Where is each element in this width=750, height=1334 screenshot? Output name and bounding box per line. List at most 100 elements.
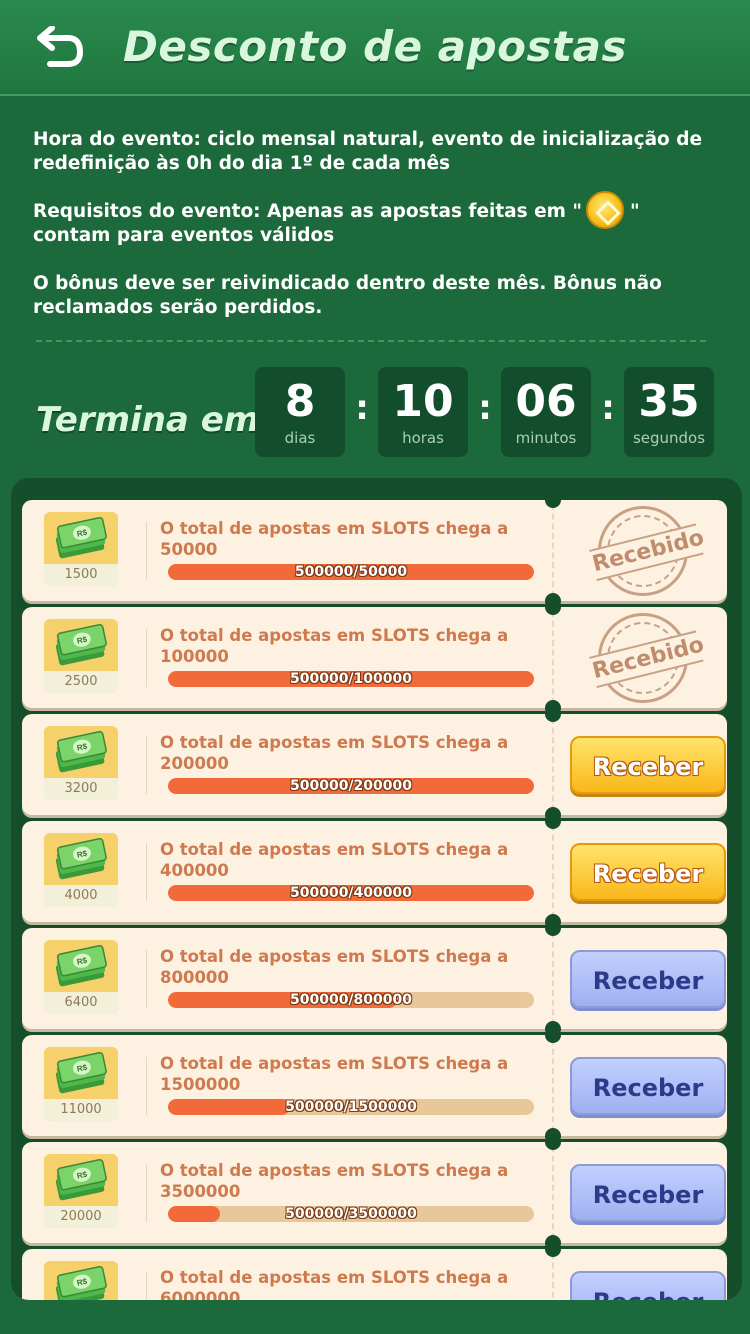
timer-hours: 10 horas bbox=[378, 367, 468, 457]
progress-text: 500000/3500000 bbox=[285, 1206, 417, 1222]
task-description: O total de apostas em SLOTS chega a 1000… bbox=[160, 626, 509, 666]
task-row: R$ 6400 O total de apostas em SLOTS chega … bbox=[22, 920, 727, 1037]
timer-colon: : bbox=[601, 388, 615, 428]
task-row: R$ 1500 O total de apostas em SLOTS chega … bbox=[22, 492, 727, 609]
divider bbox=[36, 340, 706, 342]
reward-card: R$ 20000 bbox=[44, 1154, 118, 1228]
reward-card: R$ 3200 bbox=[44, 726, 118, 800]
reward-card: R$ 1500 bbox=[44, 512, 118, 586]
task-description: O total de apostas em SLOTS chega a 4000… bbox=[160, 840, 509, 880]
ticket-notch bbox=[545, 813, 561, 829]
cash-icon: R$ bbox=[44, 1154, 118, 1206]
ticket-notch bbox=[545, 599, 561, 615]
timer-days: 8 dias bbox=[255, 367, 345, 457]
row-divider bbox=[146, 1271, 147, 1300]
cash-icon: R$ bbox=[44, 726, 118, 778]
progress-text: 500000/50000 bbox=[294, 564, 408, 580]
reward-card: R$ 11000 bbox=[44, 1047, 118, 1121]
cash-icon: R$ bbox=[44, 1047, 118, 1099]
ticket-notch bbox=[545, 1134, 561, 1150]
event-requirement-text: Requisitos do evento: Apenas as apostas … bbox=[33, 191, 723, 248]
ticket-notch bbox=[545, 920, 561, 936]
task-description: O total de apostas em SLOTS chega a 8000… bbox=[160, 947, 509, 987]
reward-amount: 6400 bbox=[44, 992, 118, 1014]
progress-bar: 500000/100000 bbox=[168, 671, 534, 687]
progress-bar: 500000/800000 bbox=[168, 992, 534, 1008]
reward-amount: 4000 bbox=[44, 885, 118, 907]
claim-button[interactable]: Receber bbox=[570, 843, 726, 901]
reward-amount: 1500 bbox=[44, 564, 118, 586]
reward-amount: 3200 bbox=[44, 778, 118, 800]
cash-icon: R$ bbox=[44, 1261, 118, 1300]
row-divider bbox=[146, 1164, 147, 1222]
claim-button-disabled[interactable]: Receber bbox=[570, 1164, 726, 1222]
task-row: R$ 3200 O total de apostas em SLOTS chega … bbox=[22, 706, 727, 823]
timer-colon: : bbox=[355, 388, 369, 428]
ticket-notch bbox=[545, 1241, 561, 1257]
ticket-separator bbox=[552, 611, 554, 704]
row-divider bbox=[146, 522, 147, 580]
progress-bar: 500000/400000 bbox=[168, 885, 534, 901]
event-time-text: Hora do evento: ciclo mensal natural, ev… bbox=[33, 129, 702, 174]
row-divider bbox=[146, 736, 147, 794]
task-description: O total de apostas em SLOTS chega a 5000… bbox=[160, 519, 509, 559]
task-row: R$ 4000 O total de apostas em SLOTS chega … bbox=[22, 813, 727, 930]
cash-icon: R$ bbox=[44, 833, 118, 885]
timer-colon: : bbox=[478, 388, 492, 428]
timer-seconds: 35 segundos bbox=[624, 367, 714, 457]
event-info: Hora do evento: ciclo mensal natural, ev… bbox=[33, 128, 723, 344]
row-divider bbox=[146, 629, 147, 687]
progress-text: 500000/800000 bbox=[289, 992, 412, 1008]
task-row: R$ 20000 O total de apostas em SLOTS chega… bbox=[22, 1134, 727, 1251]
ticket-separator bbox=[552, 825, 554, 918]
progress-bar: 500000/50000 bbox=[168, 564, 534, 580]
reward-card: R$ 2500 bbox=[44, 619, 118, 693]
task-description: O total de apostas em SLOTS chega a 2000… bbox=[160, 733, 509, 773]
task-row: R$ 2500 O total de apostas em SLOTS chega … bbox=[22, 599, 727, 716]
cash-icon: R$ bbox=[44, 940, 118, 992]
claim-button-disabled[interactable]: Receber bbox=[570, 950, 726, 1008]
progress-bar: 500000/3500000 bbox=[168, 1206, 534, 1222]
cash-icon: R$ bbox=[44, 619, 118, 671]
ticket-separator bbox=[552, 718, 554, 811]
timer-minutes: 06 minutos bbox=[501, 367, 591, 457]
cash-icon: R$ bbox=[44, 512, 118, 564]
task-row: R$ 11000 O total de apostas em SLOTS chega… bbox=[22, 1027, 727, 1144]
received-label: Recebido bbox=[589, 630, 707, 689]
ticket-separator bbox=[552, 932, 554, 1025]
ticket-separator bbox=[552, 504, 554, 597]
progress-text: 500000/200000 bbox=[289, 778, 412, 794]
reward-amount: 2500 bbox=[44, 671, 118, 693]
received-stamp: Recebido bbox=[588, 603, 707, 713]
task-description: O total de apostas em SLOTS chega a 6000… bbox=[160, 1268, 509, 1300]
ticket-separator bbox=[552, 1146, 554, 1239]
row-divider bbox=[146, 950, 147, 1008]
claim-button-disabled[interactable]: Receber bbox=[570, 1057, 726, 1115]
ticket-notch bbox=[545, 706, 561, 722]
task-description: O total de apostas em SLOTS chega a 1500… bbox=[160, 1054, 509, 1094]
progress-bar: 500000/200000 bbox=[168, 778, 534, 794]
ticket-notch bbox=[545, 492, 561, 508]
coin-icon bbox=[586, 191, 625, 229]
task-list-panel[interactable]: R$ 1500 O total de apostas em SLOTS chega … bbox=[11, 478, 742, 1300]
progress-bar: 500000/1500000 bbox=[168, 1099, 534, 1115]
page-title: Desconto de apostas bbox=[123, 22, 627, 71]
claim-button-disabled[interactable]: Receber bbox=[570, 1271, 726, 1300]
reward-card: R$ bbox=[44, 1261, 118, 1300]
row-divider bbox=[146, 1057, 147, 1115]
task-list: R$ 1500 O total de apostas em SLOTS chega … bbox=[22, 492, 731, 1300]
received-label: Recebido bbox=[589, 523, 707, 582]
header: Desconto de apostas bbox=[0, 0, 750, 96]
ticket-separator bbox=[552, 1253, 554, 1300]
claim-button[interactable]: Receber bbox=[570, 736, 726, 794]
reward-amount: 20000 bbox=[44, 1206, 118, 1228]
event-bonus-text: O bônus deve ser reivindicado dentro des… bbox=[33, 273, 662, 318]
received-stamp: Recebido bbox=[588, 496, 707, 606]
ticket-notch bbox=[545, 1027, 561, 1043]
ticket-separator bbox=[552, 1039, 554, 1132]
task-description: O total de apostas em SLOTS chega a 3500… bbox=[160, 1161, 509, 1201]
progress-text: 500000/100000 bbox=[289, 671, 412, 687]
reward-card: R$ 4000 bbox=[44, 833, 118, 907]
timer-label: Termina em bbox=[36, 400, 260, 440]
task-row: R$ O total de apostas em SLOTS chega a 60… bbox=[22, 1241, 727, 1300]
